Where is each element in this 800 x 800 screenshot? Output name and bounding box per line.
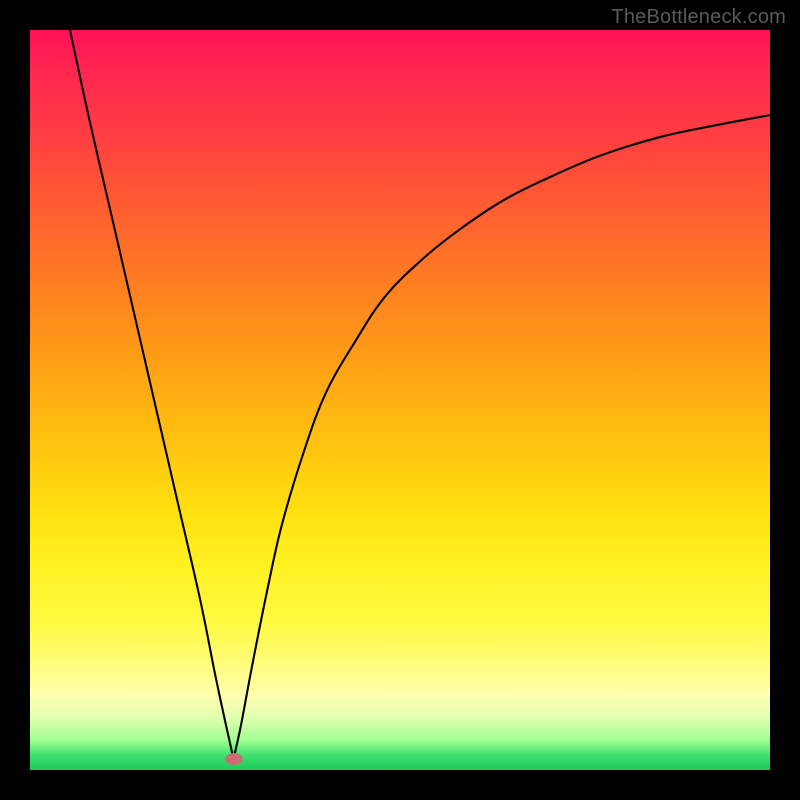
curve-right — [234, 115, 771, 759]
curve-svg — [30, 30, 770, 770]
minimum-marker — [225, 753, 242, 765]
curve-left — [70, 30, 234, 759]
watermark: TheBottleneck.com — [611, 6, 786, 29]
plot-area — [30, 30, 770, 770]
chart-container: TheBottleneck.com — [0, 0, 800, 800]
